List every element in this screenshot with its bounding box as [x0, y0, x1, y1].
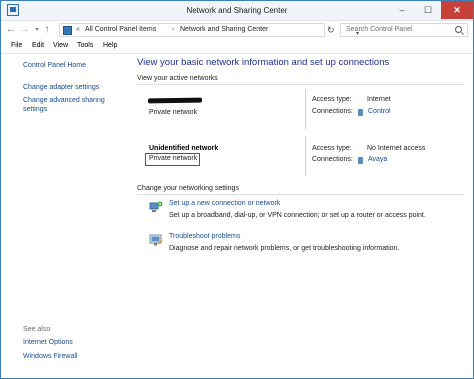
refresh-icon[interactable]: ↻ [327, 25, 335, 36]
maximize-button[interactable]: ☐ [415, 1, 441, 19]
menu-file[interactable]: File [11, 42, 22, 49]
set-up-connection-link[interactable]: Set up a new connection or network [169, 200, 280, 207]
close-button[interactable]: ✕ [441, 1, 473, 19]
active-networks-divider [137, 84, 464, 85]
network-1-access-type-label: Access type: [312, 96, 352, 103]
window-title: Network and Sharing Center [186, 6, 288, 15]
network-1-category: Private network [149, 109, 198, 116]
sidebar-item-control-panel-home[interactable]: Control Panel Home [23, 62, 86, 69]
breadcrumb-current[interactable]: Network and Sharing Center [180, 26, 268, 33]
see-also-internet-options[interactable]: Internet Options [23, 339, 73, 346]
network-2-category-highlight [145, 153, 200, 166]
network-1-access-type-value: Internet [367, 96, 391, 103]
breadcrumb-separator[interactable]: › [172, 26, 174, 33]
troubleshoot-problems-description: Diagnose and repair network problems, or… [169, 245, 400, 252]
menu-help[interactable]: Help [103, 42, 117, 49]
network-2-name: Unidentified network [149, 145, 219, 152]
network-2-access-type-value: No Internet access [367, 145, 426, 152]
up-arrow-icon[interactable]: ↑ [41, 23, 53, 37]
menu-edit[interactable]: Edit [32, 42, 44, 49]
networking-settings-label: Change your networking settings [137, 185, 239, 192]
back-arrow-icon[interactable]: ← [5, 23, 17, 37]
network-1-connection-link[interactable]: Control [368, 108, 391, 115]
page-title: View your basic network information and … [137, 57, 390, 68]
ethernet-adapter-icon [358, 157, 363, 164]
sidebar-item-change-advanced-sharing-settings[interactable]: settings [23, 106, 47, 113]
redacted-network-name [147, 97, 203, 104]
set-up-connection-description: Set up a broadband, dial-up, or VPN conn… [169, 212, 426, 219]
network-2-access-type-label: Access type: [312, 145, 352, 152]
menu-bar: File Edit View Tools Help [1, 39, 473, 54]
forward-arrow-icon[interactable]: → [18, 23, 30, 37]
breadcrumb-all-items[interactable]: All Control Panel Items [85, 26, 156, 33]
network-1-connections-label: Connections: [312, 108, 353, 115]
search-input[interactable]: Search Control Panel [340, 23, 468, 37]
see-also-heading: See also [23, 326, 51, 333]
active-networks-label: View your active networks [137, 75, 218, 82]
breadcrumb[interactable]: « All Control Panel Items › Network and … [59, 23, 359, 37]
search-placeholder: Search Control Panel [346, 26, 413, 33]
network-sharing-center-window: Network and Sharing Center – ☐ ✕ ← → ▾ ↑… [0, 0, 474, 379]
network-2-connection-link[interactable]: Avaya [368, 156, 387, 163]
see-also-windows-firewall[interactable]: Windows Firewall [23, 353, 77, 360]
new-connection-icon [149, 200, 163, 214]
menu-view[interactable]: View [53, 42, 68, 49]
troubleshoot-icon [149, 233, 163, 247]
network-2-connections-label: Connections: [312, 156, 353, 163]
networking-settings-divider [137, 194, 464, 195]
control-panel-icon [63, 26, 72, 35]
address-bar: ← → ▾ ↑ « All Control Panel Items › Netw… [1, 21, 473, 39]
breadcrumb-overflow[interactable]: « [76, 26, 80, 33]
menu-tools[interactable]: Tools [77, 42, 93, 49]
network-2-divider [305, 136, 306, 176]
search-icon[interactable] [455, 26, 462, 33]
ethernet-adapter-icon [358, 109, 363, 116]
title-bar[interactable]: Network and Sharing Center – ☐ ✕ [1, 1, 473, 21]
sidebar-item-change-adapter-settings[interactable]: Change adapter settings [23, 84, 99, 91]
troubleshoot-problems-link[interactable]: Troubleshoot problems [169, 233, 240, 240]
sidebar-item-change-advanced-sharing[interactable]: Change advanced sharing [23, 97, 105, 104]
network-1-divider [305, 89, 306, 129]
minimize-button[interactable]: – [389, 1, 415, 19]
